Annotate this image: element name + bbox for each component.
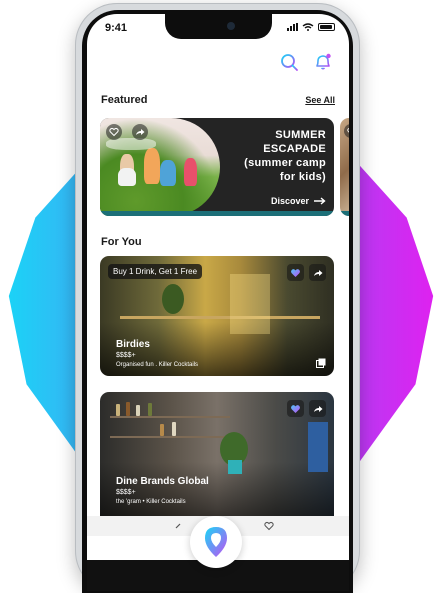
- map-pin-icon: [205, 527, 227, 557]
- discover-label: Discover: [270, 196, 309, 206]
- featured-card-accent-bar: [100, 211, 334, 216]
- venue-tags: the 'gram • Killer Cocktails: [116, 499, 186, 505]
- pot-decor: [228, 460, 242, 474]
- camera-notch: [165, 14, 272, 39]
- wifi-icon: [302, 23, 314, 31]
- share-arrow-icon: [313, 405, 322, 412]
- bottle-decor: [136, 405, 140, 416]
- promo-tag: Buy 1 Drink, Get 1 Free: [108, 264, 203, 279]
- status-time: 9:41: [105, 22, 128, 34]
- venue-card-dine-brands[interactable]: Dine Brands Global $$$$+ the 'gram • Kil…: [100, 392, 334, 532]
- favorite-button-next[interactable]: [344, 124, 349, 138]
- bottle-decor: [116, 404, 120, 416]
- shelf-decor: [110, 416, 230, 418]
- featured-card-next[interactable]: [340, 118, 349, 216]
- heart-icon[interactable]: [263, 521, 275, 531]
- venue-name: Dine Brands Global: [116, 476, 209, 487]
- arrow-right-icon: [314, 197, 326, 205]
- bell-icon[interactable]: [313, 52, 333, 72]
- featured-card-title: SUMMER ESCAPADE (summer camp for kids): [244, 129, 326, 183]
- venue-price: $$$$+: [116, 489, 136, 496]
- venue-card-birdies[interactable]: Buy 1 Drink, Get 1 Free Birdies $$$$+ Or…: [100, 256, 334, 376]
- featured-card-next-accent: [340, 211, 349, 216]
- discover-button[interactable]: Discover: [271, 196, 326, 206]
- bottle-decor: [126, 402, 130, 416]
- favorite-button[interactable]: [106, 124, 122, 140]
- app-screen: 9:41 Featured See All SUMMER ESCAPADE (s…: [87, 14, 349, 591]
- heart-icon: [109, 127, 119, 137]
- signal-icon: [287, 23, 298, 31]
- nav-icon-left[interactable]: [175, 522, 183, 530]
- map-button[interactable]: [190, 516, 242, 568]
- share-button[interactable]: [309, 264, 326, 281]
- venue-name: Birdies: [116, 339, 150, 350]
- venue-price: $$$$+: [116, 352, 136, 359]
- shelf-decor: [110, 436, 230, 438]
- plant-decor: [162, 284, 184, 314]
- share-button[interactable]: [309, 400, 326, 417]
- bottle-decor: [160, 424, 164, 436]
- featured-card[interactable]: SUMMER ESCAPADE (summer camp for kids) D…: [100, 118, 334, 216]
- favorite-button[interactable]: [287, 400, 304, 417]
- share-button[interactable]: [132, 124, 148, 140]
- heart-icon: [291, 404, 300, 413]
- bottle-decor: [172, 422, 176, 436]
- heart-icon: [291, 268, 300, 277]
- heart-icon: [346, 127, 349, 133]
- venue-table-decor: [120, 316, 320, 319]
- status-icons: [287, 23, 335, 31]
- window-decor: [230, 274, 270, 334]
- featured-heading: Featured: [101, 94, 148, 106]
- for-you-heading: For You: [101, 236, 142, 248]
- share-arrow-icon: [136, 129, 145, 135]
- header-actions: [279, 52, 333, 72]
- search-icon[interactable]: [279, 52, 299, 72]
- see-all-link[interactable]: See All: [305, 95, 335, 105]
- gallery-icon[interactable]: [316, 358, 326, 368]
- favorite-button[interactable]: [287, 264, 304, 281]
- bottle-decor: [148, 403, 152, 416]
- share-arrow-icon: [313, 269, 322, 276]
- venue-tags: Organised fun . Killer Cocktails: [116, 362, 199, 368]
- sign-decor: [308, 422, 328, 472]
- battery-icon: [318, 23, 335, 31]
